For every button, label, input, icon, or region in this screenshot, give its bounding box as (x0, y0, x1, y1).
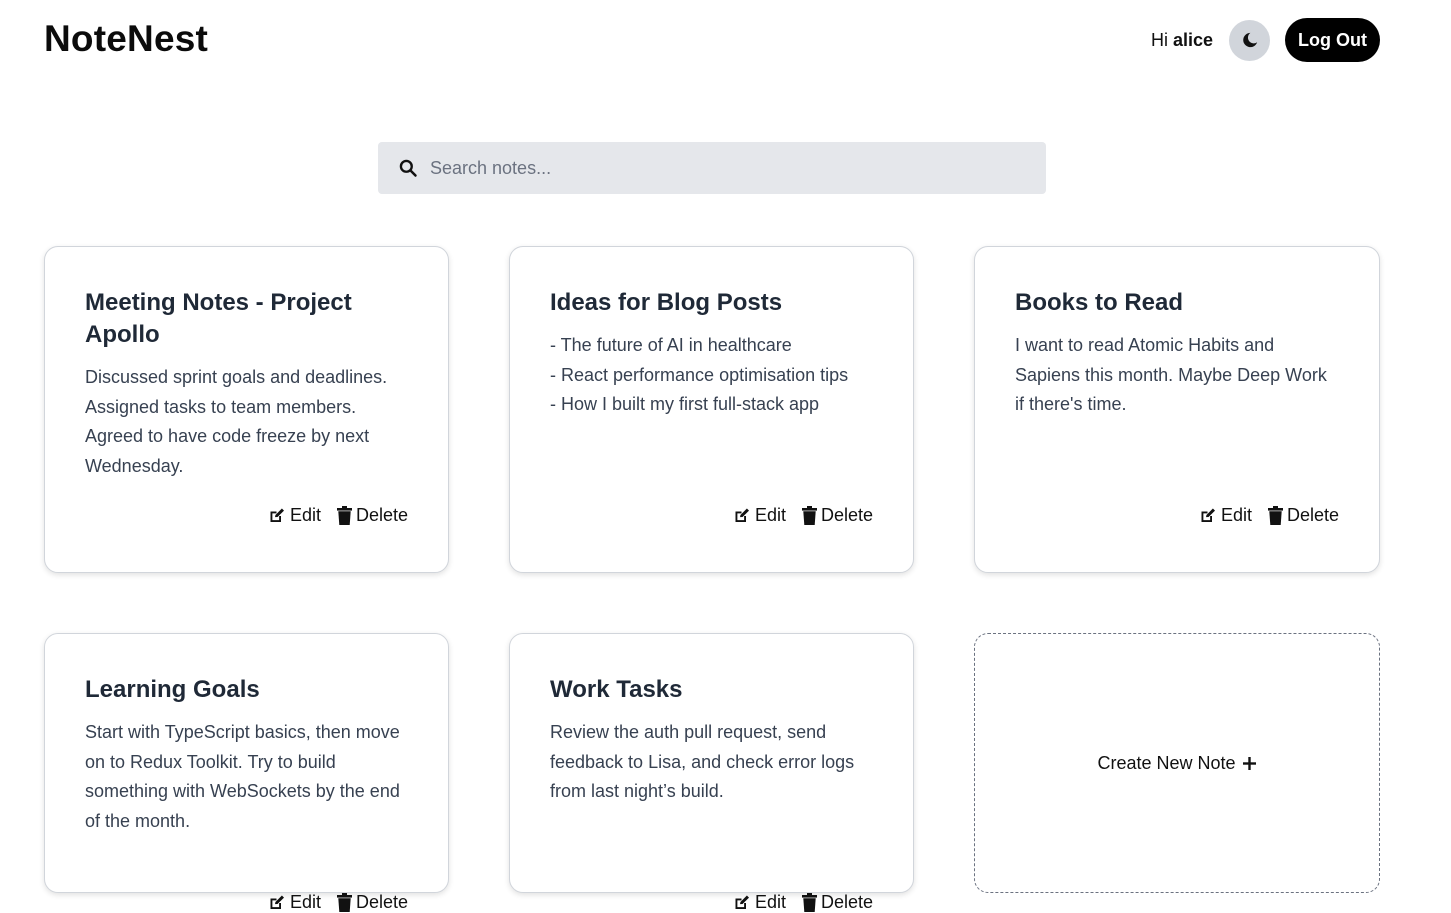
user-area: Hi alice Log Out (1151, 18, 1380, 62)
moon-icon (1242, 32, 1257, 48)
edit-label: Edit (289, 505, 321, 525)
note-actions: Edit Delete (267, 892, 408, 913)
note-body: I want to read Atomic Habits and Sapiens… (1015, 331, 1339, 420)
trash-icon (801, 893, 817, 912)
note-actions: Edit Delete (732, 892, 873, 913)
note-card[interactable]: Meeting Notes - Project Apollo Discussed … (44, 246, 449, 573)
delete-button[interactable]: Delete (801, 505, 873, 526)
edit-icon (1201, 508, 1215, 522)
note-body-line: - How I built my first full-stack app (550, 394, 820, 414)
note-body-line: Start with TypeScript basics, then move … (85, 722, 400, 831)
note-body-line: Discussed sprint goals and deadlines. As… (85, 367, 388, 476)
delete-button[interactable]: Delete (336, 892, 408, 913)
trash-icon (1267, 506, 1283, 525)
note-actions: Edit Delete (732, 505, 873, 526)
greeting-prefix: Hi (1150, 29, 1168, 50)
app-header: NoteNest Hi alice Log Out (0, 0, 1451, 84)
edit-icon (270, 508, 284, 522)
logout-button[interactable]: Log Out (1285, 18, 1380, 62)
note-actions: Edit Delete (267, 505, 408, 526)
note-title: Meeting Notes - Project Apollo (85, 289, 352, 348)
note-title: Books to Read (1015, 289, 1184, 316)
create-note-button[interactable]: Create New Note (974, 633, 1380, 893)
edit-icon (735, 508, 749, 522)
edit-button[interactable]: Edit (267, 505, 321, 526)
edit-label: Edit (1220, 505, 1252, 525)
delete-button[interactable]: Delete (336, 505, 408, 526)
note-body-line: Review the auth pull request, send feedb… (550, 722, 855, 801)
plus-icon (1242, 756, 1256, 770)
note-title: Learning Goals (85, 676, 260, 703)
trash-icon (336, 893, 352, 912)
note-body-line: - The future of AI in healthcare (550, 335, 792, 355)
note-card[interactable]: Books to Read I want to read Atomic Habit… (974, 246, 1380, 573)
edit-button[interactable]: Edit (732, 505, 786, 526)
note-card[interactable]: Learning Goals Start with TypeScript basi… (44, 633, 449, 912)
edit-button[interactable]: Edit (1198, 505, 1252, 526)
edit-label: Edit (754, 892, 786, 912)
note-card[interactable]: Work Tasks Review the auth pull request, … (509, 633, 914, 912)
note-body: Review the auth pull request, send feedb… (550, 718, 873, 807)
user-greeting: Hi alice (1151, 30, 1213, 51)
delete-button[interactable]: Delete (1267, 505, 1339, 526)
note-card[interactable]: Ideas for Blog Posts - The future of AI i… (509, 246, 914, 573)
note-body: Discussed sprint goals and deadlines. As… (85, 363, 408, 481)
app-logo: NoteNest (44, 18, 209, 59)
edit-icon (735, 895, 749, 909)
theme-toggle-button[interactable] (1229, 19, 1271, 61)
delete-label: Delete (820, 505, 873, 525)
edit-button[interactable]: Edit (267, 892, 321, 913)
search-bar (378, 142, 1046, 194)
delete-label: Delete (355, 892, 408, 912)
note-actions: Edit Delete (1198, 505, 1339, 526)
edit-label: Edit (754, 505, 786, 525)
username: alice (1172, 29, 1214, 50)
delete-label: Delete (355, 505, 408, 525)
note-body: Start with TypeScript basics, then move … (85, 718, 408, 836)
edit-label: Edit (289, 892, 321, 912)
trash-icon (801, 506, 817, 525)
search-input[interactable] (430, 148, 1010, 188)
trash-icon (336, 506, 352, 525)
delete-label: Delete (820, 892, 873, 912)
note-body-line: I want to read Atomic Habits and Sapiens… (1015, 335, 1327, 414)
delete-button[interactable]: Delete (801, 892, 873, 913)
search-icon (399, 159, 417, 177)
delete-label: Delete (1286, 505, 1339, 525)
edit-icon (270, 895, 284, 909)
note-title: Work Tasks (550, 676, 683, 703)
edit-button[interactable]: Edit (732, 892, 786, 913)
note-title: Ideas for Blog Posts (550, 289, 783, 316)
create-note-label: Create New Note (1097, 752, 1236, 773)
note-body-line: - React performance optimisation tips (550, 364, 849, 385)
note-body: - The future of AI in healthcare - React … (550, 331, 873, 420)
